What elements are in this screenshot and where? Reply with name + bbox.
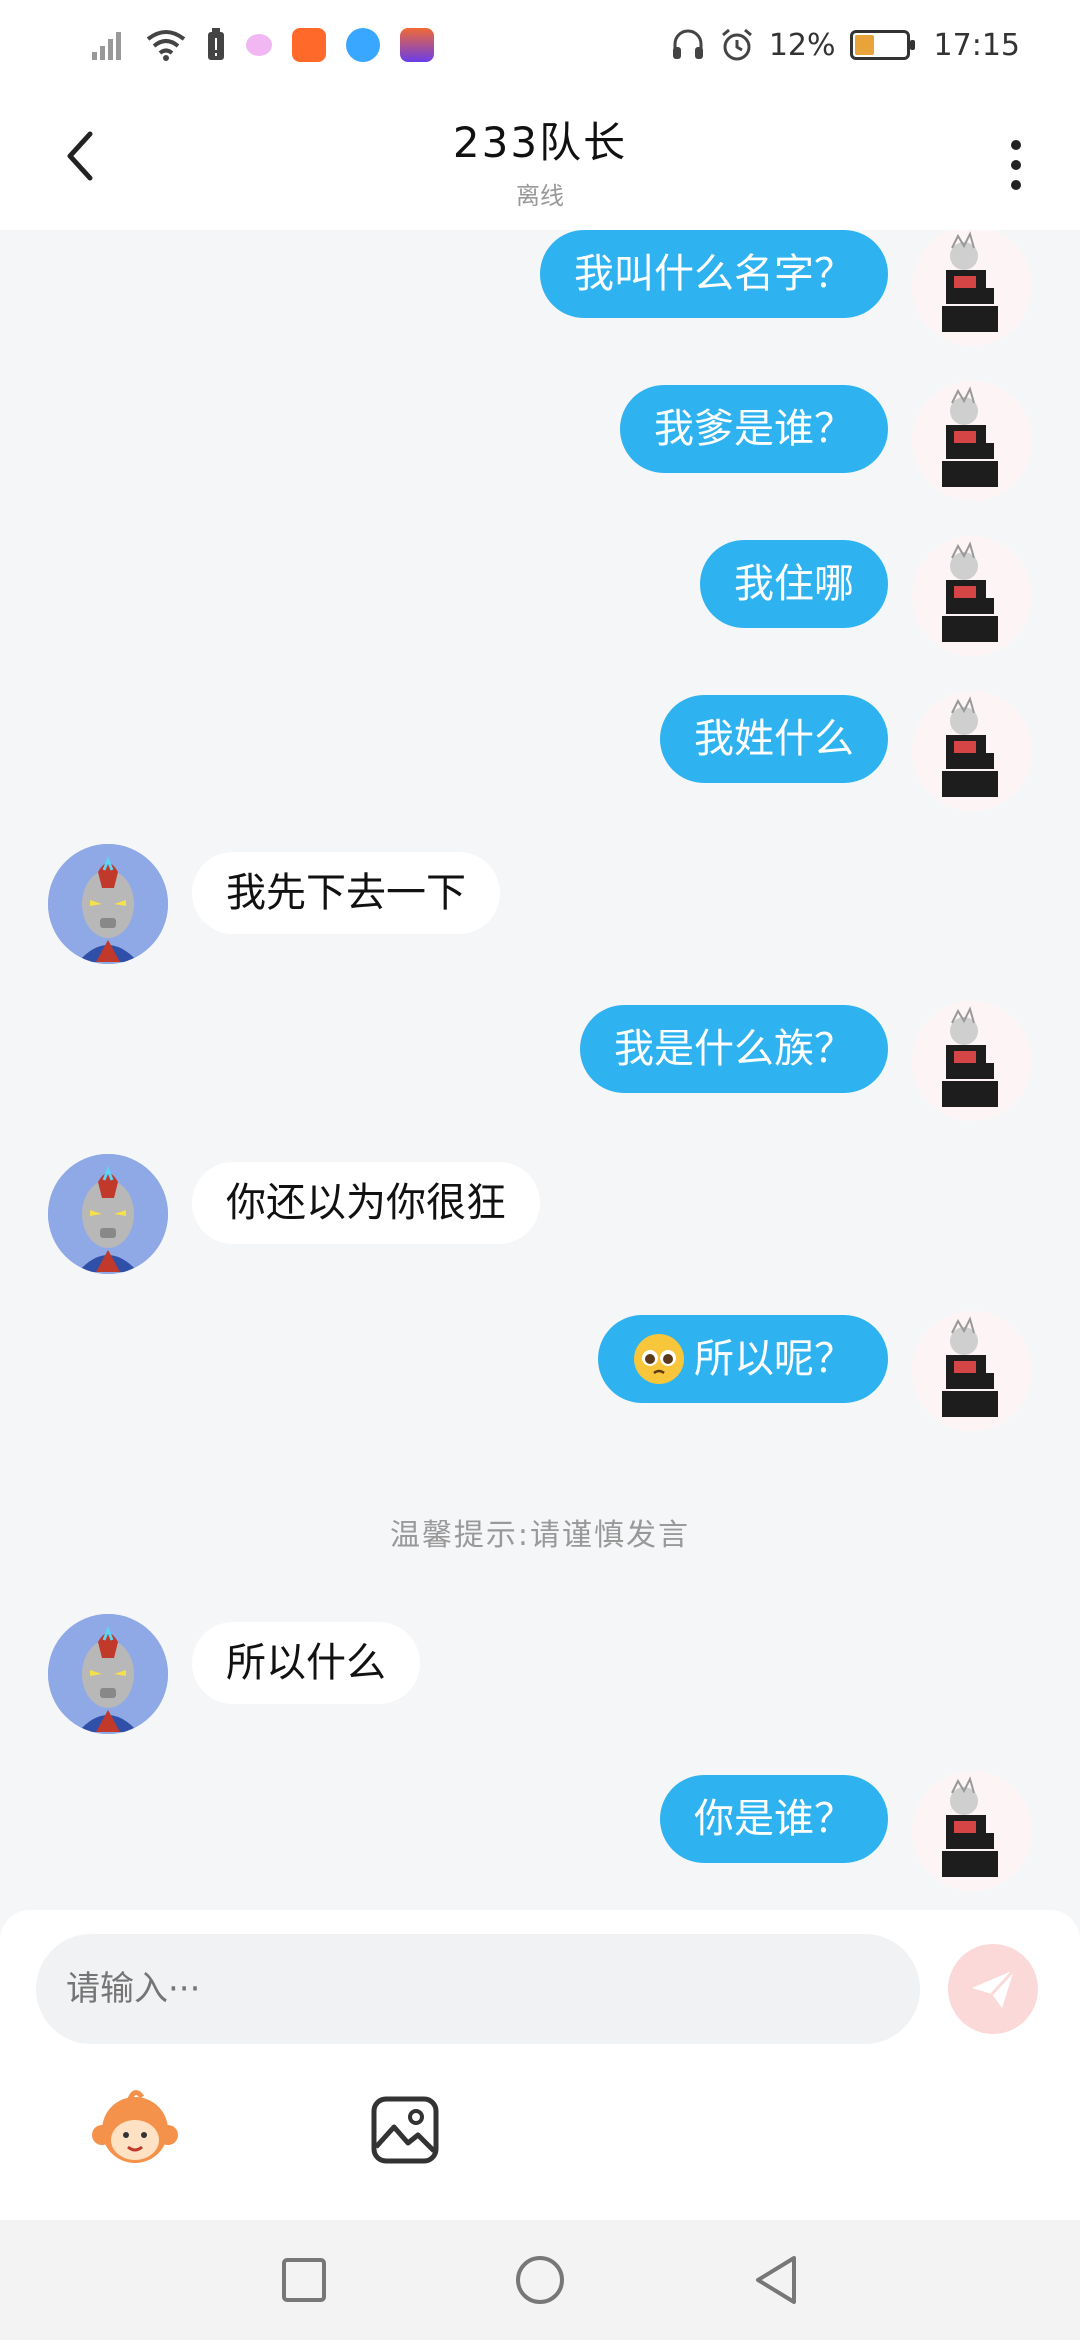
app-icon-candy	[246, 34, 272, 56]
vertical-dots-icon	[1011, 140, 1021, 150]
message-text: 你还以为你很狂	[226, 1180, 506, 1226]
my-avatar[interactable]	[912, 230, 1032, 346]
emoji-button[interactable]	[90, 2085, 180, 2175]
outgoing-message: 你是谁？	[0, 1771, 1080, 1895]
signal-icon	[92, 32, 121, 60]
message-text: 我姓什么	[694, 716, 854, 762]
my-avatar[interactable]	[912, 536, 1032, 656]
headphones-icon	[672, 29, 703, 59]
page-title: 233队长	[452, 118, 628, 167]
message-bubble[interactable]: 所以呢？	[598, 1315, 888, 1403]
outgoing-message: 我叫什么名字？	[0, 230, 1080, 350]
message-bubble[interactable]: 我姓什么	[660, 695, 888, 783]
message-text: 我叫什么名字？	[574, 251, 854, 297]
status-bar: 12% 17:15	[0, 0, 1080, 90]
message-input[interactable]	[36, 1934, 920, 2044]
message-bubble[interactable]: 你是谁？	[660, 1775, 888, 1863]
chevron-left-icon	[67, 131, 93, 181]
outgoing-message: 我姓什么	[0, 691, 1080, 815]
message-bubble[interactable]: 我爹是谁？	[620, 385, 888, 473]
home-button[interactable]	[512, 2252, 568, 2308]
my-avatar[interactable]	[912, 381, 1032, 501]
battery-alert-icon	[208, 28, 224, 60]
nav-back-button[interactable]	[748, 2252, 804, 2308]
message-bubble[interactable]: 所以什么	[192, 1622, 420, 1704]
back-button[interactable]	[60, 126, 120, 206]
incoming-message: 你还以为你很狂	[0, 1154, 1080, 1280]
outgoing-message: 我是什么族？	[0, 1001, 1080, 1125]
message-bubble[interactable]: 我是什么族？	[580, 1005, 888, 1093]
outgoing-message: 所以呢？	[0, 1311, 1080, 1435]
contact-avatar[interactable]	[48, 844, 168, 964]
image-icon	[371, 2096, 439, 2164]
message-bubble[interactable]: 你还以为你很狂	[192, 1162, 540, 1244]
message-text: 所以呢？	[694, 1336, 854, 1382]
message-text: 所以什么	[226, 1640, 386, 1686]
triangle-back-icon	[756, 2256, 796, 2304]
app-icon-kuaishou	[292, 28, 326, 62]
message-text: 我先下去一下	[226, 870, 466, 916]
clock: 17:15	[933, 27, 1020, 63]
my-avatar[interactable]	[912, 1001, 1032, 1121]
outgoing-message: 我爹是谁？	[0, 381, 1080, 505]
alarm-icon	[721, 28, 752, 61]
image-button[interactable]	[370, 2095, 440, 2165]
title-block: 233队长 离线	[453, 109, 627, 211]
my-avatar[interactable]	[912, 691, 1032, 811]
battery-percent: 12%	[768, 27, 836, 63]
message-bubble[interactable]: 我先下去一下	[192, 852, 500, 934]
system-notice: 温馨提示:请谨慎发言	[389, 1518, 691, 1553]
more-options-button[interactable]	[996, 130, 1036, 200]
send-button[interactable]	[948, 1944, 1038, 2034]
online-status: 离线	[515, 182, 564, 210]
composer	[0, 1910, 1080, 2220]
message-text: 我爹是谁？	[654, 406, 854, 452]
message-bubble[interactable]: 我叫什么名字？	[540, 230, 888, 318]
status-left	[90, 28, 434, 62]
my-avatar[interactable]	[912, 1771, 1032, 1891]
recent-apps-button[interactable]	[276, 2252, 332, 2308]
app-icon-browser	[346, 28, 380, 62]
my-avatar[interactable]	[912, 1311, 1032, 1431]
incoming-message: 所以什么	[0, 1614, 1080, 1740]
app-icon-game	[400, 28, 434, 62]
pleading-face-icon	[634, 1334, 684, 1384]
outgoing-message: 我住哪	[0, 536, 1080, 660]
system-nav-bar	[0, 2220, 1080, 2340]
chat-header: 233队长 离线	[0, 90, 1080, 230]
vertical-dots-icon-dot	[1011, 180, 1021, 190]
monkey-emoji-icon	[92, 2090, 178, 2163]
battery-icon	[849, 30, 915, 60]
message-bubble[interactable]: 我住哪	[700, 540, 888, 628]
status-right: 12% 17:15	[671, 27, 1020, 63]
circle-icon	[516, 2256, 564, 2304]
wifi-icon	[146, 30, 186, 61]
square-icon	[282, 2258, 326, 2302]
message-text: 你是谁？	[694, 1796, 854, 1842]
paper-plane-icon	[972, 1968, 1016, 2008]
contact-avatar[interactable]	[48, 1614, 168, 1734]
vertical-dots-icon-dot	[1011, 160, 1021, 170]
message-text: 我是什么族？	[614, 1026, 854, 1072]
incoming-message: 我先下去一下	[0, 844, 1080, 970]
message-text: 我住哪	[734, 561, 854, 607]
chat-message-list[interactable]: 我叫什么名字？ 我爹是谁？ 我住哪 我姓什么 我先下去一下 我是什么族？ 你还以为你很狂 所以…	[0, 230, 1080, 1910]
contact-avatar[interactable]	[48, 1154, 168, 1274]
